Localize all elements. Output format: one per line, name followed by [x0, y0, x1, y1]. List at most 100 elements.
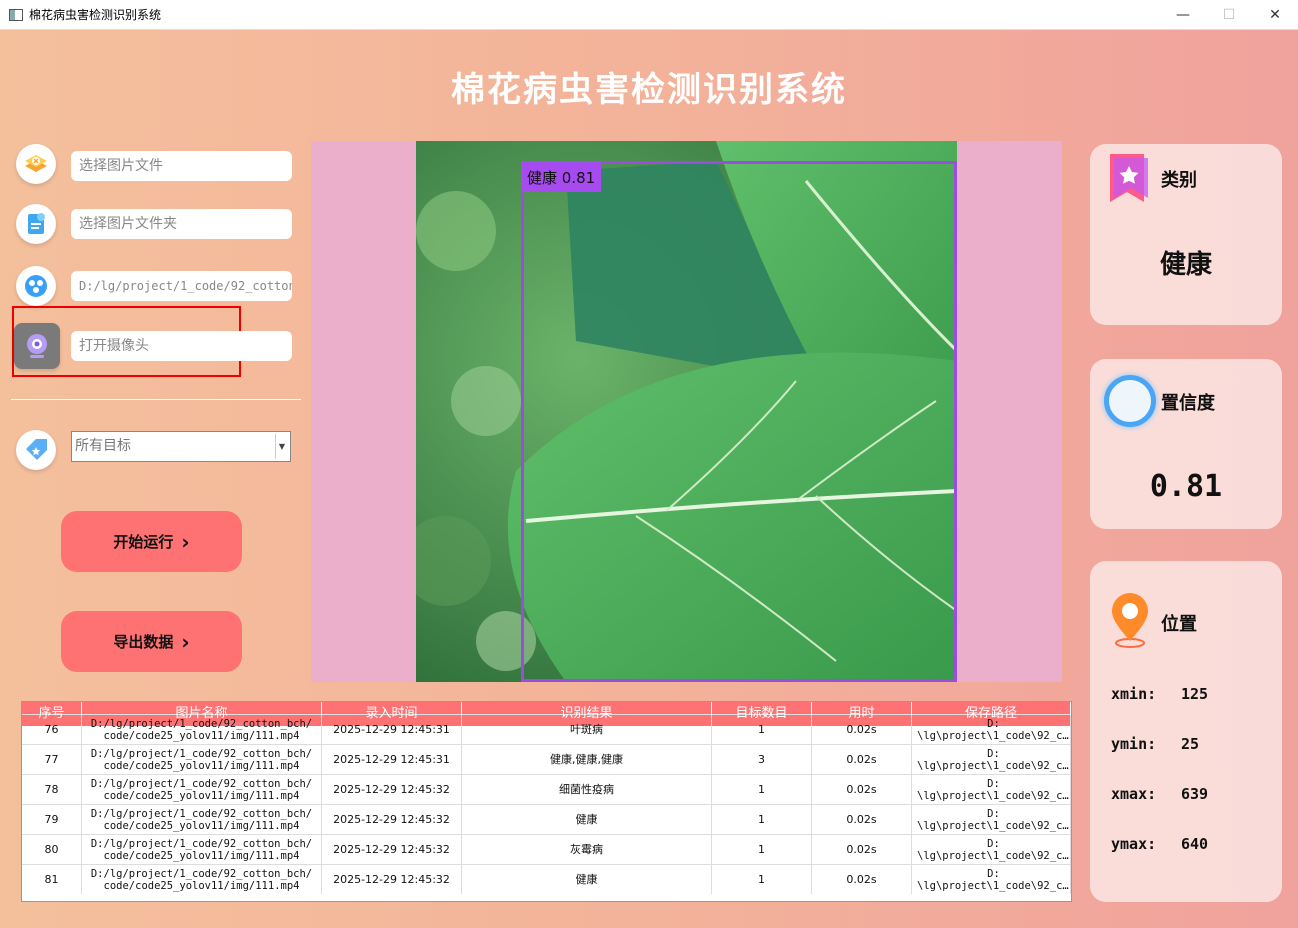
confidence-ring-icon	[1104, 375, 1156, 427]
cell-name: D:/lg/project/1_code/92_cotton_bch/code/…	[82, 775, 322, 804]
cell-name: D:/lg/project/1_code/92_cotton_bch/code/…	[82, 715, 322, 744]
cell-count: 1	[712, 715, 812, 744]
cell-save-path: D: \lg\project\1_code\92_c…	[912, 805, 1071, 834]
cell-save-line1: D:	[987, 747, 1000, 760]
video-file-icon[interactable]	[16, 266, 56, 306]
cell-time: 2025-12-29 12:45:32	[322, 805, 462, 834]
chevron-right-icon: ›	[181, 529, 190, 554]
cell-result: 健康	[462, 805, 712, 834]
cell-id: 81	[22, 865, 82, 894]
cell-save-line1: D:	[987, 867, 1000, 880]
target-select[interactable]: 所有目标 ▼	[71, 431, 291, 462]
cell-name-line2: code/code25_yolov11/img/111.mp4	[103, 879, 300, 892]
cell-elapsed: 0.02s	[812, 865, 912, 894]
cell-save-line2: \lg\project\1_code\92_c…	[917, 819, 1069, 832]
cell-time: 2025-12-29 12:45:32	[322, 865, 462, 894]
image-viewer: 健康 0.81	[311, 141, 1062, 682]
cell-name-line1: D:/lg/project/1_code/92_cotton_bch/	[90, 777, 313, 790]
start-button[interactable]: 开始运行 ›	[61, 511, 242, 572]
cell-name-line1: D:/lg/project/1_code/92_cotton_bch/	[90, 717, 313, 730]
location-card: 位置 xmin: 125 ymin: 25 xmax: 639 ymax: 640	[1090, 561, 1282, 902]
cell-time: 2025-12-29 12:45:31	[322, 715, 462, 744]
cell-elapsed: 0.02s	[812, 835, 912, 864]
ymin-value: 25	[1181, 735, 1200, 753]
image-folder-icon[interactable]	[16, 204, 56, 244]
cell-id: 77	[22, 745, 82, 774]
category-title: 类别	[1161, 170, 1197, 191]
cell-count: 1	[712, 865, 812, 894]
cell-result: 叶斑病	[462, 715, 712, 744]
cell-name: D:/lg/project/1_code/92_cotton_bch/code/…	[82, 865, 322, 894]
camera-icon[interactable]	[14, 323, 60, 369]
window-titlebar: 棉花病虫害检测识别系统 — ☐ ✕	[0, 0, 1298, 30]
cell-count: 3	[712, 745, 812, 774]
xmin-row: xmin: 125	[1111, 685, 1208, 703]
category-value: 健康	[1159, 250, 1212, 280]
table-row[interactable]: 78 D:/lg/project/1_code/92_cotton_bch/cod…	[22, 774, 1071, 804]
cell-result: 细菌性疫病	[462, 775, 712, 804]
cell-time: 2025-12-29 12:45:31	[322, 745, 462, 774]
cell-name-line2: code/code25_yolov11/img/111.mp4	[103, 759, 300, 772]
cell-name-line1: D:/lg/project/1_code/92_cotton_bch/	[90, 807, 313, 820]
ymin-label: ymin:	[1111, 735, 1157, 753]
cell-name-line2: code/code25_yolov11/img/111.mp4	[103, 819, 300, 832]
table-row[interactable]: 77 D:/lg/project/1_code/92_cotton_bch/cod…	[22, 744, 1071, 774]
table-row[interactable]: 81 D:/lg/project/1_code/92_cotton_bch/cod…	[22, 864, 1071, 894]
cell-name: D:/lg/project/1_code/92_cotton_bch/code/…	[82, 745, 322, 774]
results-table[interactable]: 序号 图片名称 录入时间 识别结果 目标数目 用时 保存路径 76 D:/lg/p…	[21, 701, 1072, 902]
app-icon	[9, 8, 23, 21]
image-file-field[interactable]: 选择图片文件	[71, 151, 292, 181]
export-button-label: 导出数据	[113, 633, 174, 651]
cell-result: 健康	[462, 865, 712, 894]
minimize-button[interactable]: —	[1160, 0, 1206, 30]
cell-elapsed: 0.02s	[812, 775, 912, 804]
cell-save-line1: D:	[987, 777, 1000, 790]
app-title: 棉花病虫害检测识别系统	[451, 70, 847, 110]
location-pin-icon	[1112, 593, 1148, 648]
bookmark-star-icon	[1110, 154, 1148, 202]
cell-result: 灰霉病	[462, 835, 712, 864]
cell-time: 2025-12-29 12:45:32	[322, 835, 462, 864]
cell-save-line1: D:	[987, 837, 1000, 850]
cell-id: 76	[22, 715, 82, 744]
camera-field[interactable]: 打开摄像头	[71, 331, 292, 361]
xmax-label: xmax:	[1111, 785, 1157, 803]
video-path-field[interactable]: D:/lg/project/1_code/92_cotton_bch	[71, 271, 292, 301]
cell-name-line1: D:/lg/project/1_code/92_cotton_bch/	[90, 867, 313, 880]
cell-save-line1: D:	[987, 717, 1000, 730]
cell-save-line2: \lg\project\1_code\92_c…	[917, 729, 1069, 742]
cell-save-path: D: \lg\project\1_code\92_c…	[912, 835, 1071, 864]
maximize-button[interactable]: ☐	[1206, 0, 1252, 30]
cell-count: 1	[712, 805, 812, 834]
chevron-down-icon[interactable]: ▼	[275, 434, 288, 459]
table-row[interactable]: 80 D:/lg/project/1_code/92_cotton_bch/cod…	[22, 834, 1071, 864]
xmin-label: xmin:	[1111, 685, 1157, 703]
cell-save-line2: \lg\project\1_code\92_c…	[917, 849, 1069, 862]
detection-label: 健康 0.81	[521, 161, 602, 192]
cell-time: 2025-12-29 12:45:32	[322, 775, 462, 804]
cell-elapsed: 0.02s	[812, 715, 912, 744]
cell-name-line1: D:/lg/project/1_code/92_cotton_bch/	[90, 747, 313, 760]
location-title: 位置	[1161, 614, 1197, 635]
ymin-row: ymin: 25	[1111, 735, 1199, 753]
cell-id: 78	[22, 775, 82, 804]
image-file-icon[interactable]	[16, 144, 56, 184]
cell-count: 1	[712, 775, 812, 804]
cell-save-line1: D:	[987, 807, 1000, 820]
image-folder-field[interactable]: 选择图片文件夹	[71, 209, 292, 239]
cell-save-path: D: \lg\project\1_code\92_c…	[912, 745, 1071, 774]
table-row[interactable]: 79 D:/lg/project/1_code/92_cotton_bch/cod…	[22, 804, 1071, 834]
ymax-value: 640	[1181, 835, 1209, 853]
cell-result: 健康,健康,健康	[462, 745, 712, 774]
cell-id: 79	[22, 805, 82, 834]
close-button[interactable]: ✕	[1252, 0, 1298, 30]
xmin-value: 125	[1181, 685, 1209, 703]
export-button[interactable]: 导出数据 ›	[61, 611, 242, 672]
start-button-label: 开始运行	[113, 533, 174, 551]
confidence-title: 置信度	[1161, 393, 1215, 414]
cell-save-path: D: \lg\project\1_code\92_c…	[912, 775, 1071, 804]
table-row[interactable]: 76 D:/lg/project/1_code/92_cotton_bch/cod…	[22, 714, 1071, 744]
cell-name-line2: code/code25_yolov11/img/111.mp4	[103, 789, 300, 802]
confidence-card: 置信度 0.81	[1090, 359, 1282, 529]
cell-name-line1: D:/lg/project/1_code/92_cotton_bch/	[90, 837, 313, 850]
